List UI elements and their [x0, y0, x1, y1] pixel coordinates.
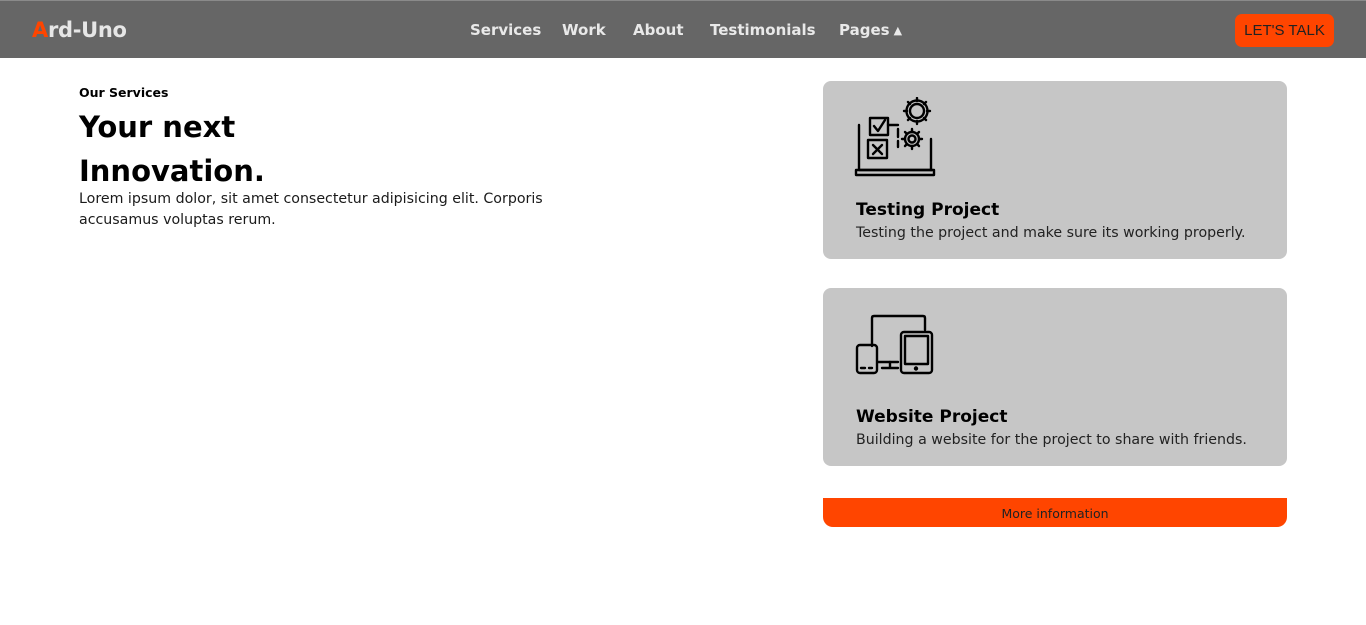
responsive-devices-icon	[855, 314, 934, 375]
caret-up-icon: ▲	[893, 24, 903, 37]
section-eyebrow: Our Services	[79, 85, 169, 100]
card-title: Testing Project	[856, 200, 1000, 220]
nav-link-pages-label: Pages	[839, 21, 890, 39]
testing-checklist-gears-icon	[854, 97, 936, 177]
more-information-button[interactable]: More information	[823, 498, 1287, 527]
nav-link-testimonials[interactable]: Testimonials	[710, 21, 816, 39]
lets-talk-button[interactable]: LET'S TALK	[1235, 14, 1334, 47]
card-description: Building a website for the project to sh…	[856, 432, 1247, 448]
main-nav: Services Work About Testimonials Pages ▲	[0, 21, 1366, 43]
card-title: Website Project	[856, 407, 1008, 427]
card-description: Testing the project and make sure its wo…	[856, 225, 1246, 241]
top-navbar: Ard-Uno Services Work About Testimonials…	[0, 0, 1366, 58]
services-intro: Our Services Your next Innovation. Lorem…	[79, 85, 559, 231]
nav-link-about[interactable]: About	[633, 21, 684, 39]
service-card-testing[interactable]: Testing Project Testing the project and …	[823, 81, 1287, 259]
section-description: Lorem ipsum dolor, sit amet consectetur …	[79, 191, 543, 228]
nav-link-work[interactable]: Work	[562, 21, 606, 39]
service-card-website[interactable]: Website Project Building a website for t…	[823, 288, 1287, 466]
section-headline: Your next Innovation.	[79, 110, 265, 188]
nav-link-services[interactable]: Services	[470, 21, 541, 39]
nav-link-pages[interactable]: Pages ▲	[839, 21, 902, 39]
